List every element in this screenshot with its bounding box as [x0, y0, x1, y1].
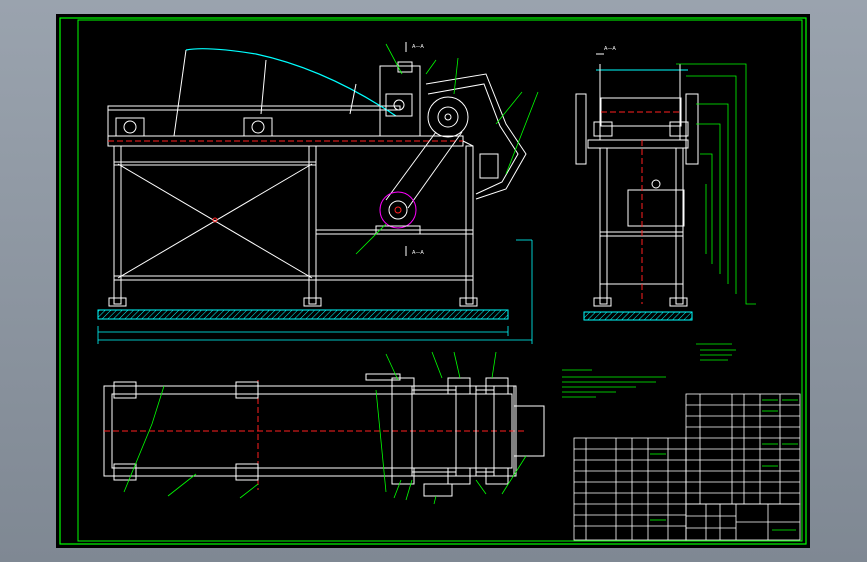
front-view [97, 42, 539, 344]
drive-pulley [427, 96, 469, 138]
section-label-main-top: A—A [412, 44, 424, 50]
side-frame-top [587, 139, 689, 149]
drawing-sheet: A—A A—A A—A [56, 14, 810, 548]
cad-viewport[interactable]: A—A A—A A—A [0, 0, 867, 562]
side-view [575, 53, 756, 321]
outer-border [59, 17, 807, 545]
side-ground-hatch [583, 311, 693, 321]
section-label-side: A—A [604, 46, 616, 52]
ground-hatch [97, 309, 509, 320]
cad-drawing: A—A A—A A—A [59, 17, 807, 545]
parts-list-marks [650, 399, 798, 531]
motor-pulley [379, 191, 417, 229]
plan-view [103, 351, 545, 505]
technical-notes [562, 343, 736, 398]
parts-list-table [573, 393, 801, 541]
section-label-main-bottom: A—A [412, 250, 424, 256]
plan-frame-outer [103, 385, 517, 477]
